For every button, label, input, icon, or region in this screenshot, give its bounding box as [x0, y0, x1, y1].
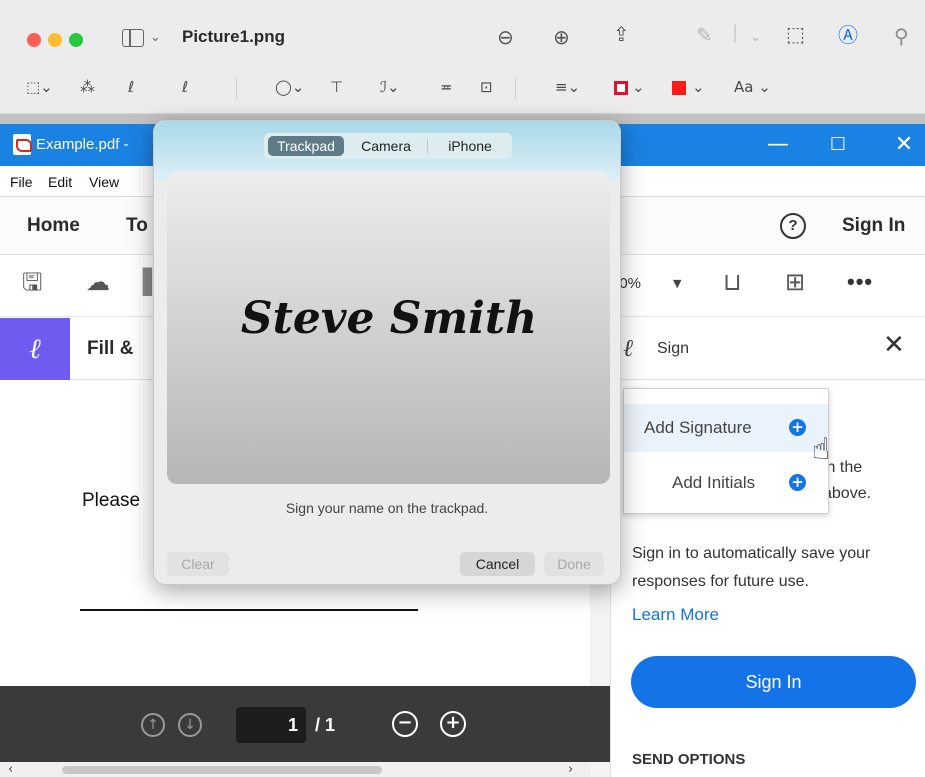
send-options-heading: SEND OPTIONS [632, 751, 746, 768]
text-style-label: Aa [734, 78, 754, 96]
sign-dropdown-menu: Add Signature + Add Initials + [623, 388, 829, 514]
sign-in-button[interactable]: Sign In [631, 656, 916, 708]
toolbar-divider [515, 78, 516, 100]
chevron-down-icon[interactable]: ⌄ [692, 80, 705, 95]
shapes-icon[interactable]: ◯⌄ [275, 80, 304, 95]
draw-icon[interactable]: ℓ [182, 80, 188, 95]
markup-toolbar [0, 66, 925, 114]
previous-page-icon[interactable]: ↑ [141, 713, 165, 737]
close-icon[interactable]: ✕ [884, 130, 924, 160]
sidebar-toggle-icon[interactable] [122, 29, 144, 47]
add-initials-item[interactable]: Add Initials + [624, 459, 828, 507]
selection-tool-icon[interactable]: ⬚⌄ [26, 80, 53, 95]
cancel-button[interactable]: Cancel [460, 552, 535, 576]
scroll-left-icon[interactable]: ‹ [8, 762, 13, 777]
save-icon[interactable]: 🖫 [22, 270, 42, 294]
fill-color-icon[interactable] [672, 81, 686, 95]
segment-divider [427, 139, 428, 153]
toolbar-separator-icon: | [732, 22, 739, 43]
pdf-file-icon [13, 134, 32, 155]
toolbar-divider [236, 78, 237, 100]
add-initials-label: Add Initials [672, 473, 756, 492]
line-style-icon[interactable]: ≡⌄ [555, 80, 580, 95]
share-icon[interactable]: ⇪ [613, 24, 630, 44]
clear-button[interactable]: Clear [167, 552, 229, 576]
page-navigation-bar: ↑ ↓ 1 / 1 − + [0, 686, 610, 762]
menu-file[interactable]: File [10, 174, 33, 190]
sign-in-link[interactable]: Sign In [842, 215, 905, 237]
sign-panel-title: Sign [657, 340, 690, 357]
cloud-upload-icon[interactable]: ☁ [86, 270, 110, 294]
more-options-icon[interactable]: ••• [847, 269, 873, 295]
menu-view[interactable]: View [89, 174, 119, 190]
tab-home[interactable]: Home [27, 215, 80, 237]
preview-file-title: Picture1.png [182, 27, 285, 46]
close-window-button[interactable] [27, 33, 41, 47]
help-icon[interactable]: ? [780, 213, 806, 239]
signature-hint: Sign your name on the trackpad. [285, 500, 489, 516]
acrobat-window-title: Example.pdf - [36, 136, 129, 153]
adjust-size-icon[interactable]: ⊡ [480, 80, 493, 95]
maximize-icon[interactable]: ☐ [818, 130, 858, 160]
adjust-color-icon[interactable]: ≖ [440, 80, 453, 95]
add-icon: + [789, 474, 806, 491]
fill-sign-icon[interactable]: ℓ [0, 318, 70, 380]
chevron-down-icon[interactable]: ▼ [673, 277, 681, 290]
done-button[interactable]: Done [544, 552, 604, 576]
zoom-window-button[interactable] [69, 33, 83, 47]
scroll-right-icon[interactable]: › [568, 762, 573, 777]
minimize-icon[interactable]: — [758, 130, 798, 160]
sign-in-info-text: Sign in to automatically save your respo… [632, 545, 871, 590]
signature-text: Steve Smith [241, 293, 537, 344]
sign-panel-header: ℓ Sign ✕ [611, 318, 925, 380]
sign-icon[interactable]: ℐ⌄ [380, 80, 400, 95]
search-icon[interactable]: ⚲ [894, 26, 909, 46]
minimize-window-button[interactable] [48, 33, 62, 47]
learn-more-link[interactable]: Learn More [632, 605, 719, 625]
add-signature-item[interactable]: Add Signature + [624, 404, 828, 452]
page-number-input[interactable]: 1 [236, 707, 306, 743]
markup-toolbar-icon[interactable]: Ⓐ [838, 25, 858, 45]
panel-text-fragment: above. [823, 485, 872, 502]
add-signature-label: Add Signature [644, 418, 752, 437]
chevron-down-icon[interactable]: ⌄ [750, 30, 761, 45]
signature-popover: Trackpad Camera iPhone Steve Smith Sign … [153, 120, 621, 585]
hand-cursor-icon: ☝ [812, 432, 831, 467]
chevron-down-icon[interactable]: ⌄ [632, 80, 645, 95]
sketch-icon[interactable]: ℓ [128, 80, 134, 95]
tab-camera[interactable]: Camera [350, 136, 422, 156]
zoom-out-icon[interactable]: ⊖ [497, 27, 514, 47]
horizontal-scrollbar[interactable]: ‹ › [0, 762, 590, 777]
markup-pen-icon[interactable]: ✎ [696, 25, 713, 45]
add-icon: + [789, 419, 806, 436]
preview-titlebar: ⌄ Picture1.png ⊖ ⊕ ⇪ ✎ | ⌄ ⬚ Ⓐ ⚲ [0, 0, 925, 66]
text-style-button[interactable]: Aa ⌄ [734, 80, 771, 95]
fill-sign-title: Fill & [87, 338, 134, 359]
document-text: Please [82, 490, 141, 511]
chevron-down-icon[interactable]: ⌄ [150, 30, 161, 45]
border-color-icon[interactable] [614, 81, 628, 95]
rotate-icon[interactable]: ⬚ [786, 24, 805, 44]
input-source-segmented-control: Trackpad Camera iPhone [264, 133, 512, 159]
tab-iphone[interactable]: iPhone [434, 136, 506, 156]
zoom-out-icon[interactable]: − [392, 711, 418, 737]
fit-width-icon[interactable]: ⊔ [723, 270, 742, 294]
next-page-icon[interactable]: ↓ [178, 713, 202, 737]
tab-tools[interactable]: To [126, 215, 148, 237]
tab-trackpad[interactable]: Trackpad [268, 136, 344, 156]
text-box-icon[interactable]: ⊤ [330, 80, 343, 95]
signature-line [80, 609, 418, 611]
close-icon[interactable]: ✕ [883, 332, 905, 358]
signature-drawing: Steve Smith [241, 293, 537, 344]
page-total: / 1 [315, 715, 336, 735]
sign-panel: ℓ Sign ✕ in the above. Add Signature + A… [610, 318, 925, 777]
zoom-in-icon[interactable]: + [440, 711, 466, 737]
sign-pen-icon: ℓ [623, 334, 633, 362]
menu-edit[interactable]: Edit [48, 174, 72, 190]
page-fit-icon[interactable]: ⊞ [785, 270, 805, 294]
zoom-in-icon[interactable]: ⊕ [553, 27, 570, 47]
instant-alpha-icon[interactable]: ⁂ [80, 80, 95, 95]
scroll-thumb[interactable] [62, 766, 382, 774]
signature-pad[interactable]: Steve Smith [167, 171, 610, 484]
